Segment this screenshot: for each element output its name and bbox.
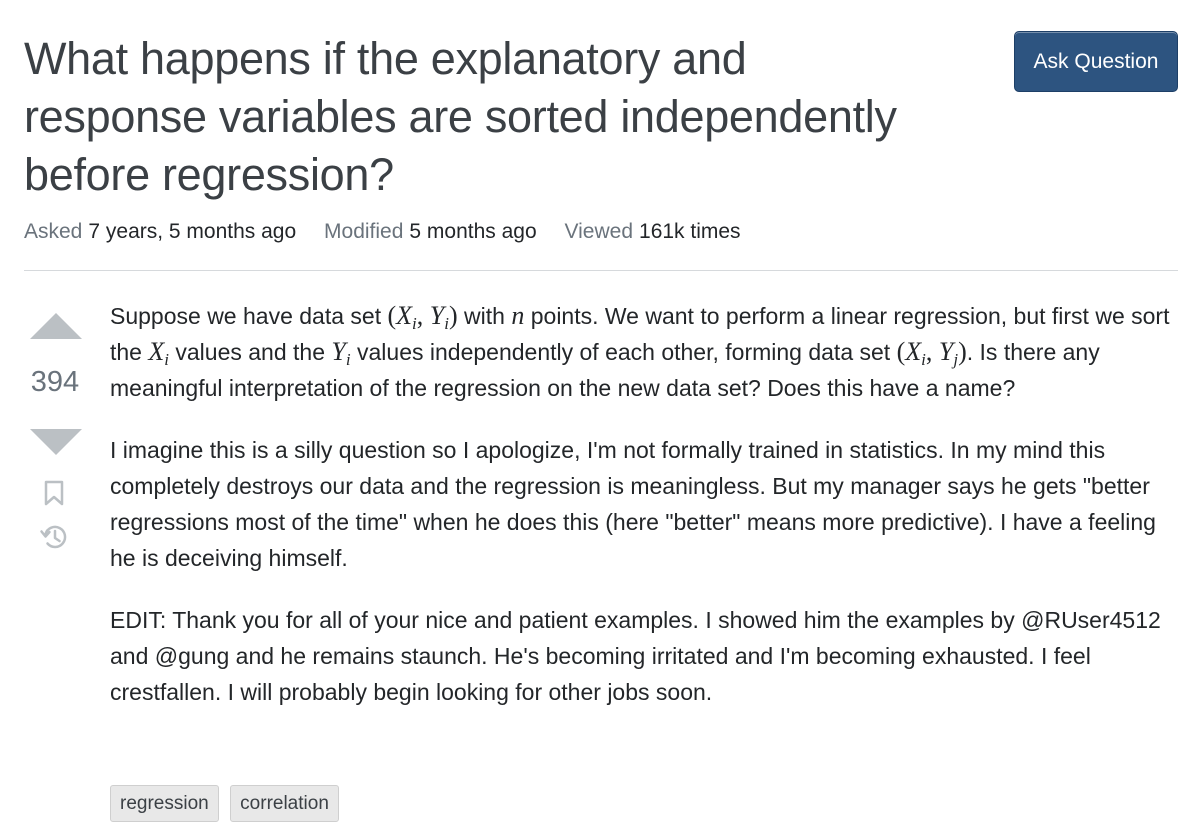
vote-count: 394 xyxy=(30,366,80,398)
question-body: Suppose we have data set (Xi, Yi) with n… xyxy=(110,298,1170,736)
meta-asked: Asked 7 years, 5 months ago xyxy=(24,219,296,245)
math-n: n xyxy=(511,301,525,330)
tag-correlation[interactable]: correlation xyxy=(230,785,339,822)
question-page: What happens if the explanatory and resp… xyxy=(0,0,1200,839)
upvote-arrow-icon[interactable] xyxy=(30,313,82,339)
body-text: with xyxy=(457,303,512,329)
body-paragraph: I imagine this is a silly question so I … xyxy=(110,437,1156,571)
history-icon[interactable] xyxy=(39,522,69,557)
body-text: values independently of each other, form… xyxy=(350,339,897,365)
tag-list: regression correlation xyxy=(110,785,346,822)
body-paragraph: Suppose we have data set (Xi, Yi) with n… xyxy=(110,298,1170,406)
bookmark-icon[interactable] xyxy=(44,480,64,511)
question-title[interactable]: What happens if the explanatory and resp… xyxy=(24,30,924,204)
math-xi: Xi xyxy=(148,337,169,369)
asked-label: Asked xyxy=(24,220,83,243)
header-divider xyxy=(24,270,1178,271)
math-dataset-xi-yi: (Xi, Yi) xyxy=(387,301,458,333)
math-yi: Yi xyxy=(331,337,351,369)
viewed-label: Viewed xyxy=(564,220,634,243)
body-paragraph-edit: EDIT: Thank you for all of your nice and… xyxy=(110,607,1161,705)
body-text: Suppose we have data set xyxy=(110,303,388,329)
meta-modified: Modified 5 months ago xyxy=(324,219,537,245)
math-dataset-xi-yj: (Xi, Yj) xyxy=(896,337,967,369)
modified-label: Modified xyxy=(324,220,404,243)
modified-value[interactable]: 5 months ago xyxy=(409,220,536,243)
viewed-value: 161k times xyxy=(639,220,741,243)
asked-value[interactable]: 7 years, 5 months ago xyxy=(88,220,296,243)
question-meta: Asked 7 years, 5 months ago Modified 5 mon… xyxy=(24,219,763,245)
tag-regression[interactable]: regression xyxy=(110,785,219,822)
downvote-arrow-icon[interactable] xyxy=(30,429,82,455)
meta-viewed: Viewed 161k times xyxy=(565,219,741,245)
ask-question-button[interactable]: Ask Question xyxy=(1014,31,1178,92)
body-text: values and the xyxy=(169,339,332,365)
